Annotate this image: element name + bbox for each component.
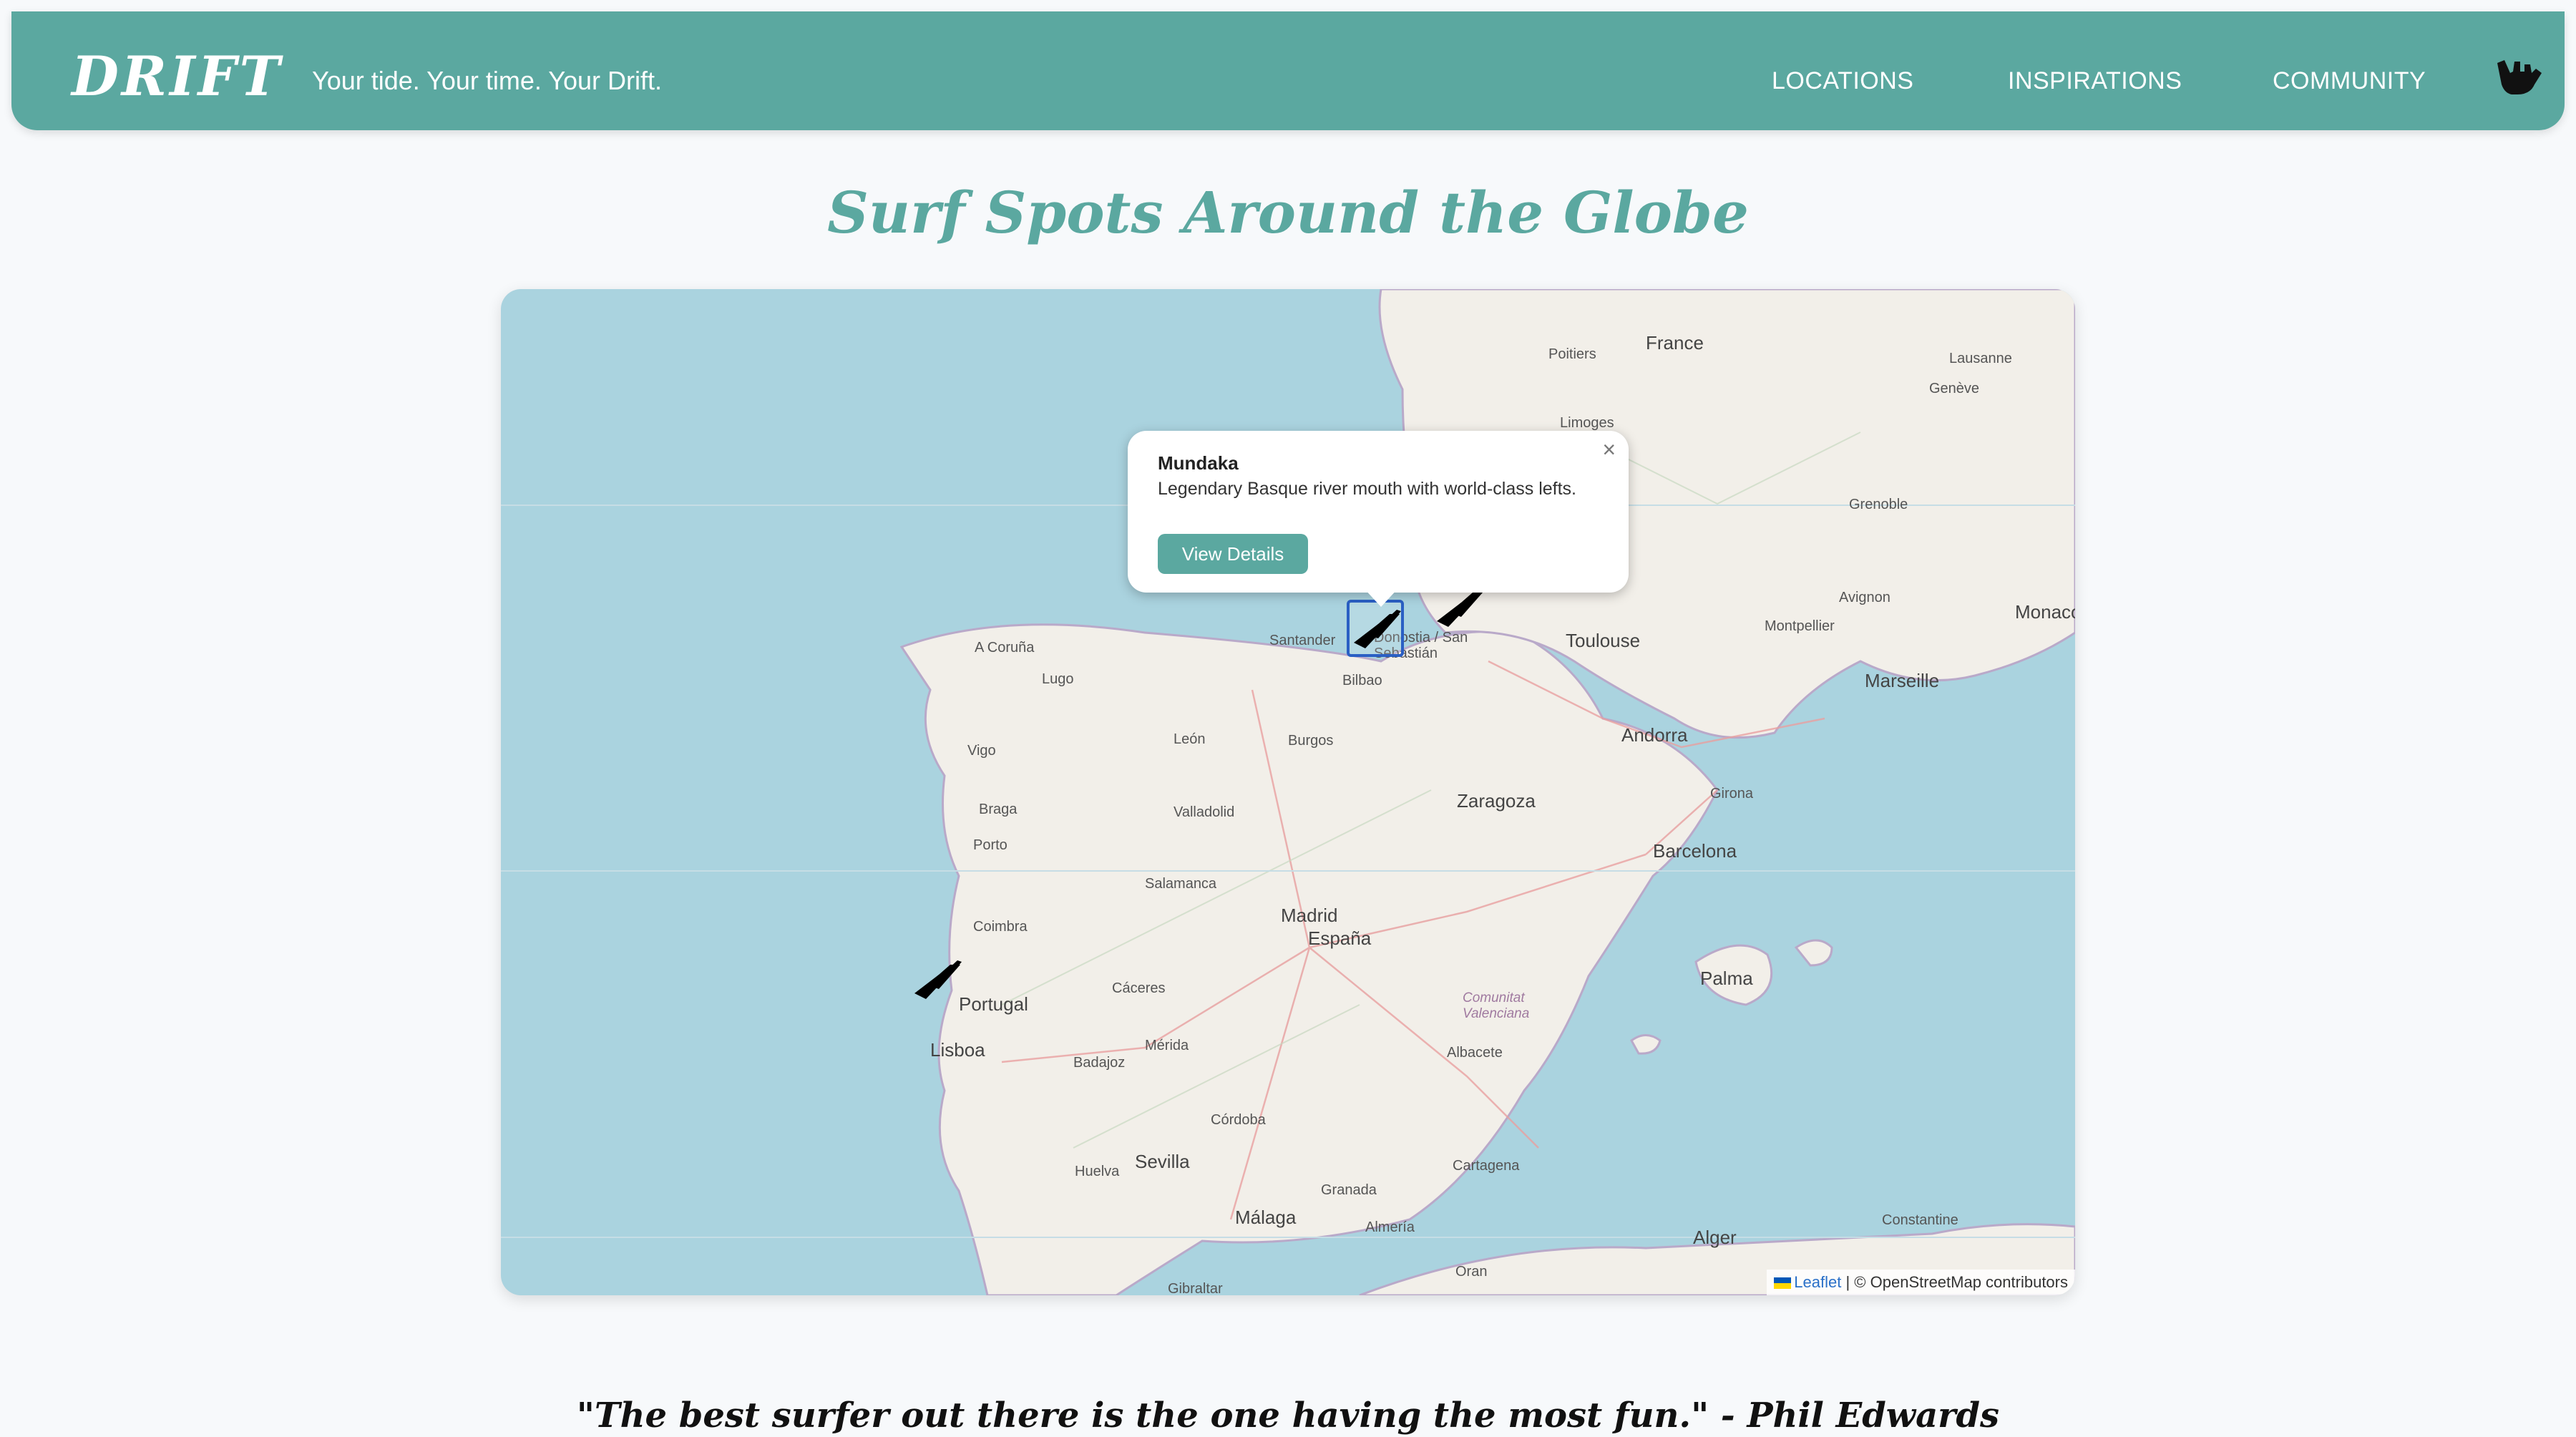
map-label-cartagena: Cartagena	[1453, 1158, 1520, 1174]
map-label-salamanca: Salamanca	[1145, 876, 1217, 892]
tagline: Your tide. Your time. Your Drift.	[312, 66, 662, 95]
map-label-zaragoza: Zaragoza	[1457, 790, 1536, 812]
map-label-monaco: Monaco	[2015, 601, 2075, 623]
map-label-cordoba: Córdoba	[1211, 1112, 1266, 1128]
map-label-lisboa: Lisboa	[930, 1039, 985, 1061]
map-label-andorra: Andorra	[1621, 724, 1688, 746]
map-label-gibraltar: Gibraltar	[1168, 1281, 1223, 1295]
map-label-spain: España	[1308, 927, 1372, 949]
map-label-a-coruna: A Coruña	[975, 640, 1035, 656]
map-label-valencia: Comunitat Valenciana	[1463, 990, 1530, 1021]
popup-description: Legendary Basque river mouth with world-…	[1158, 479, 1576, 499]
map-label-madrid: Madrid	[1281, 905, 1338, 926]
leaflet-link[interactable]: Leaflet	[1794, 1273, 1841, 1291]
top-header: DRIFT Your tide. Your time. Your Drift. …	[11, 11, 2565, 130]
quote: "The best surfer out there is the one ha…	[576, 1395, 2000, 1436]
map-label-sevilla: Sevilla	[1135, 1151, 1190, 1172]
map-label-coimbra: Coimbra	[973, 919, 1028, 935]
map-label-vigo: Vigo	[967, 743, 996, 759]
nav-community[interactable]: COMMUNITY	[2273, 67, 2426, 95]
popup-title: Mundaka	[1158, 452, 1239, 474]
map-label-geneve: Genève	[1929, 381, 1980, 396]
map-label-poitiers: Poitiers	[1548, 346, 1596, 362]
attribution-text: | © OpenStreetMap contributors	[1845, 1273, 2068, 1291]
map-label-caceres: Cáceres	[1112, 980, 1166, 996]
surf-spot-marker-nazare[interactable]	[910, 953, 967, 1010]
page-title: Surf Spots Around the Globe	[827, 179, 1749, 246]
map-label-barcelona: Barcelona	[1653, 840, 1737, 862]
map-label-huelva: Huelva	[1075, 1164, 1120, 1179]
map-label-grenoble: Grenoble	[1849, 497, 1908, 512]
map-label-almeria: Almería	[1365, 1219, 1415, 1235]
map-label-toulouse: Toulouse	[1566, 630, 1641, 651]
map-label-marseille: Marseille	[1865, 670, 1940, 691]
surf-spot-marker-mundaka[interactable]	[1347, 600, 1404, 657]
map-label-girona: Girona	[1710, 786, 1754, 802]
map-label-badajoz: Badajoz	[1073, 1055, 1126, 1071]
map-label-santander: Santander	[1269, 633, 1336, 648]
map-label-bilbao: Bilbao	[1342, 673, 1382, 688]
ukraine-flag-icon	[1774, 1277, 1792, 1290]
map-label-constantine: Constantine	[1882, 1212, 1958, 1228]
map-label-oran: Oran	[1455, 1264, 1488, 1280]
map-label-albacete: Albacete	[1447, 1045, 1503, 1061]
surfboard-icon	[1354, 610, 1401, 648]
map-label-alger: Alger	[1693, 1227, 1737, 1248]
map-label-lugo: Lugo	[1042, 671, 1074, 687]
map-label-porto: Porto	[973, 837, 1008, 853]
nav-locations[interactable]: LOCATIONS	[1772, 67, 1913, 95]
map-label-malaga: Málaga	[1235, 1207, 1297, 1228]
map-label-leon: León	[1174, 731, 1206, 747]
map-label-granada: Granada	[1321, 1182, 1377, 1198]
logo[interactable]: DRIFT	[72, 44, 283, 108]
close-icon[interactable]: ×	[1602, 437, 1616, 463]
map-label-merida: Mérida	[1145, 1038, 1189, 1053]
view-details-button[interactable]: View Details	[1158, 534, 1308, 574]
map-label-portugal: Portugal	[959, 993, 1028, 1015]
map-label-valladolid: Valladolid	[1174, 804, 1235, 820]
map-label-limoges: Limoges	[1560, 415, 1614, 431]
map-label-burgos: Burgos	[1288, 733, 1334, 749]
surfboard-icon	[914, 960, 962, 999]
map-label-avignon: Avignon	[1839, 590, 1890, 605]
spot-popup: Mundaka Legendary Basque river mouth wit…	[1128, 431, 1629, 593]
map-label-palma: Palma	[1700, 968, 1753, 989]
surf-map[interactable]: France España Portugal Madrid Lisboa Tou…	[501, 289, 2075, 1295]
popup-tip	[1364, 588, 1398, 607]
shaka-hand-icon[interactable]	[2489, 47, 2546, 104]
map-label-montpellier: Montpellier	[1765, 618, 1835, 634]
map-attribution: Leaflet | © OpenStreetMap contributors	[1767, 1270, 2075, 1295]
map-label-lausanne: Lausanne	[1949, 351, 2012, 366]
map-label-france: France	[1646, 332, 1704, 354]
nav-inspirations[interactable]: INSPIRATIONS	[2008, 67, 2182, 95]
map-label-braga: Braga	[979, 802, 1018, 817]
